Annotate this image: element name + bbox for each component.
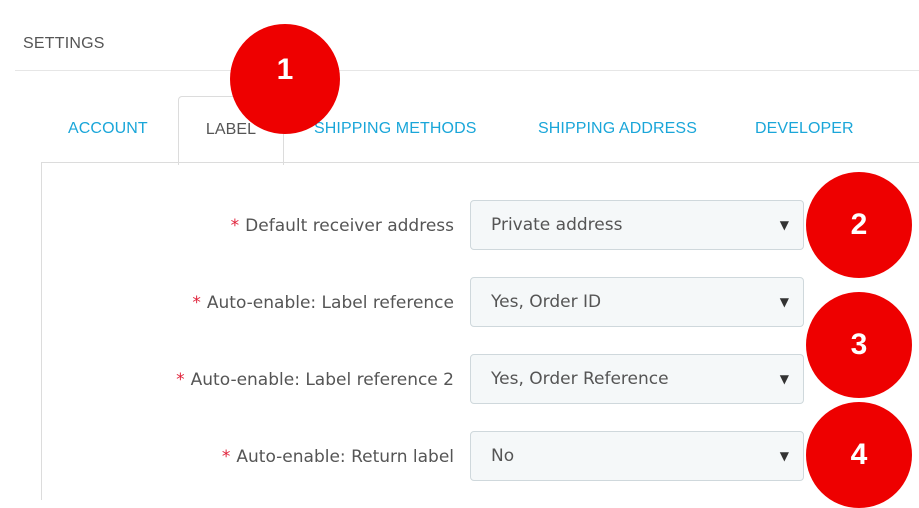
required-marker: * [221,447,231,467]
field-label: * Default receiver address [231,200,454,252]
required-marker: * [192,293,201,313]
panel-heading: SETTINGS [15,0,919,71]
field-label-text: Auto-enable: Return label [236,447,454,467]
tab-shipping-address[interactable]: SHIPPING ADDRESS [538,96,697,162]
tab-bar: ACCOUNT LABEL SHIPPING METHODS SHIPPING … [0,96,919,165]
field-label: * Auto-enable: Label reference 2 [176,354,454,406]
tab-shipping-methods[interactable]: SHIPPING METHODS [314,96,477,162]
callout-badge-3: 3 [806,292,912,398]
label-settings-form: * Default receiver address Private addres… [41,162,919,500]
default-receiver-address-select[interactable]: Private address ▼ [470,200,804,250]
callout-badge-1: 1 [230,24,340,134]
chevron-down-icon: ▼ [779,218,789,232]
field-label-text: Auto-enable: Label reference [206,293,454,313]
form-row-label-reference-2: * Auto-enable: Label reference 2 Yes, Ord… [42,354,919,406]
field-label-text: Default receiver address [245,216,454,236]
label-reference-2-select[interactable]: Yes, Order Reference ▼ [470,354,804,404]
form-row-default-receiver-address: * Default receiver address Private addres… [42,200,919,252]
field-label-text: Auto-enable: Label reference 2 [190,370,454,390]
form-row-return-label: * Auto-enable: Return label No ▼ [42,431,919,483]
callout-badge-2: 2 [806,172,912,278]
required-marker: * [230,216,240,236]
return-label-select[interactable]: No ▼ [470,431,804,481]
chevron-down-icon: ▼ [779,449,789,463]
field-label: * Auto-enable: Label reference [192,277,454,329]
select-value: Yes, Order Reference [491,369,669,389]
select-value: Yes, Order ID [491,292,602,312]
form-row-label-reference: * Auto-enable: Label reference Yes, Order… [42,277,919,329]
chevron-down-icon: ▼ [779,372,789,386]
label-reference-select[interactable]: Yes, Order ID ▼ [470,277,804,327]
field-label: * Auto-enable: Return label [222,431,454,483]
tab-account[interactable]: ACCOUNT [68,96,148,162]
required-marker: * [176,370,185,390]
settings-title: SETTINGS [23,35,105,52]
chevron-down-icon: ▼ [779,295,789,309]
callout-badge-4: 4 [806,402,912,508]
select-value: No [491,446,515,466]
select-value: Private address [491,215,623,235]
tab-developer[interactable]: DEVELOPER [755,96,854,162]
